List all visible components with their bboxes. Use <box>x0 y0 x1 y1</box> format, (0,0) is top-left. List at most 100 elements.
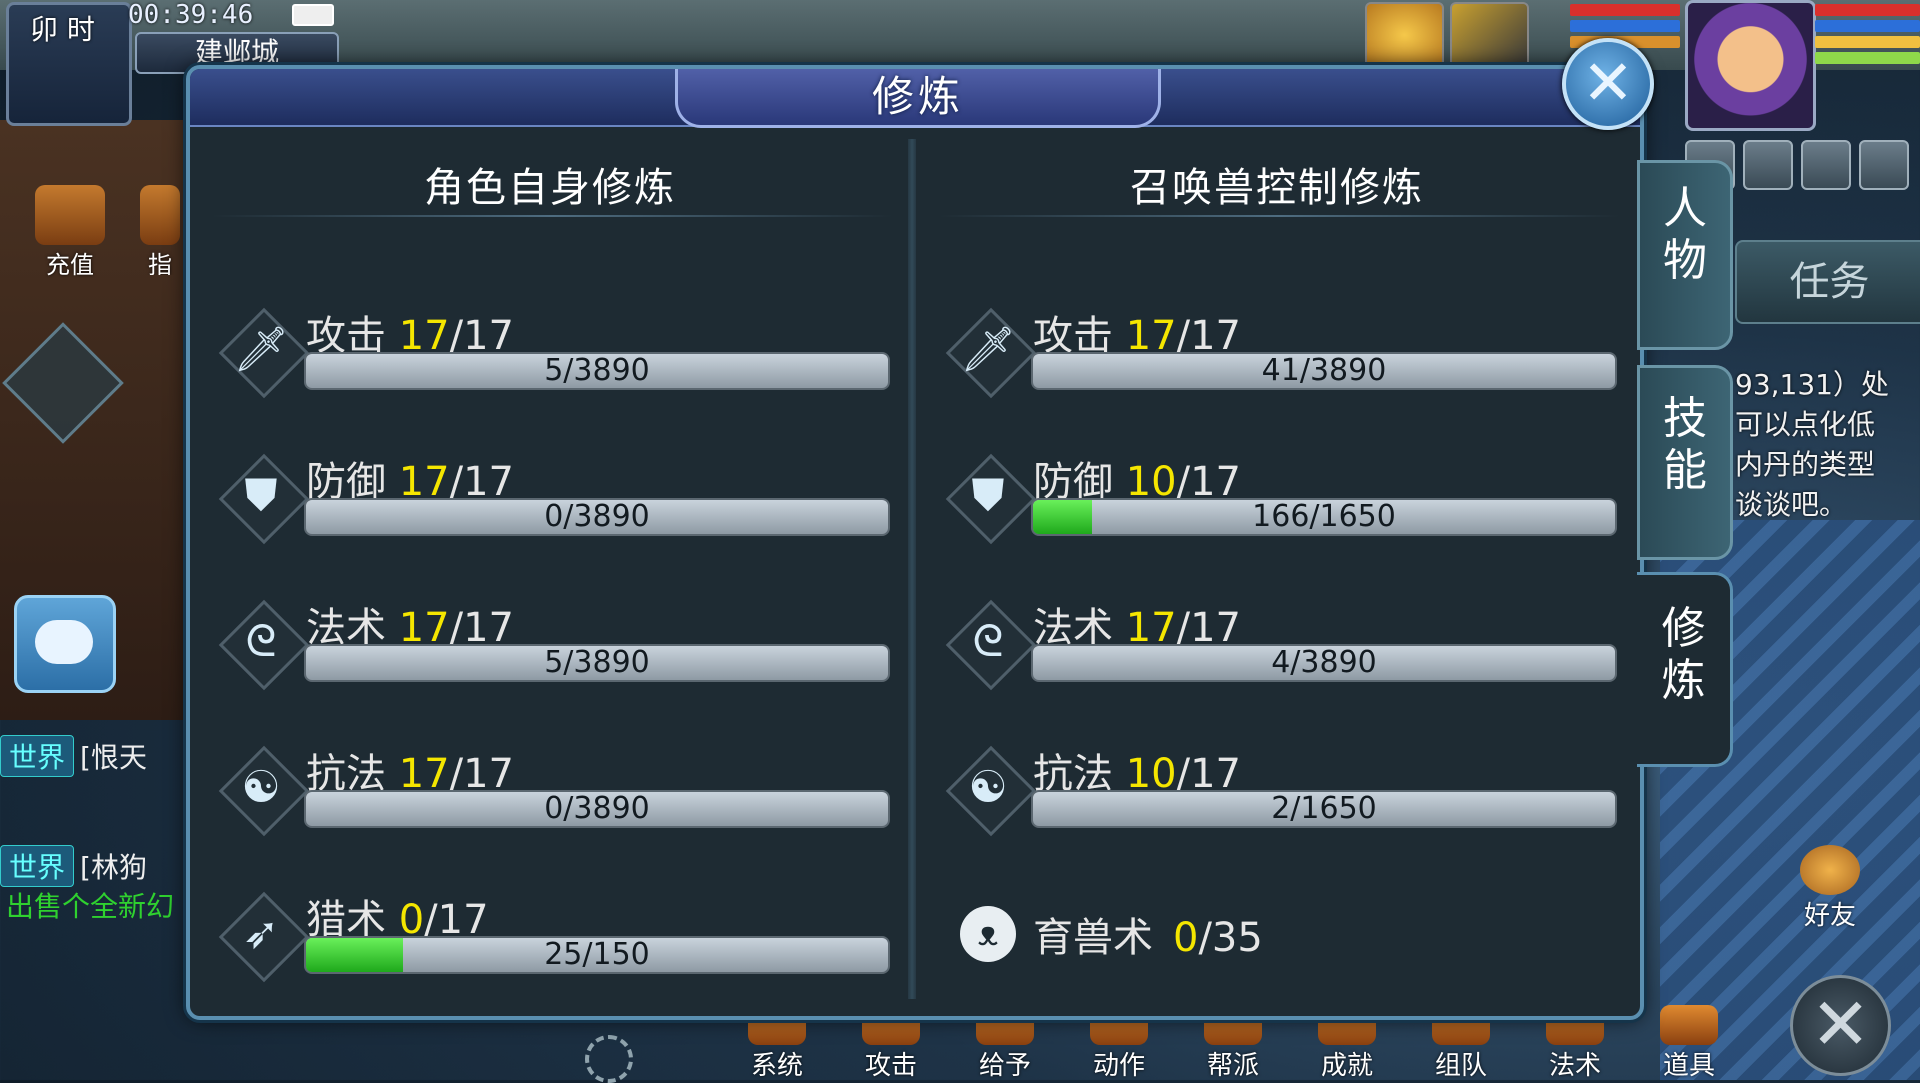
staff-icon: ᘓ <box>218 599 310 691</box>
tab-label: 人物 <box>1663 183 1707 286</box>
progress-text: 2/1650 <box>1271 791 1377 826</box>
tab-cultivation[interactable]: 修炼 <box>1637 572 1733 767</box>
panda-icon: ᴥ <box>953 899 1023 969</box>
icon-glyph: ➶ <box>242 908 280 959</box>
cultivation-name: 育兽术 0/35 <box>1033 905 1263 963</box>
menu-label: 给予 <box>978 1051 1031 1081</box>
icon-glyph: ☯ <box>968 762 1008 813</box>
cultivation-row[interactable]: ➶ 猎术 0/17 25/150 <box>190 877 910 987</box>
chat-text: [林狗 <box>80 851 147 884</box>
cultivation-row[interactable]: 🗡 攻击 17/17 5/3890 <box>190 293 910 403</box>
icon-glyph: 🗡 <box>233 324 289 375</box>
icon-glyph: ᘓ <box>972 616 1004 667</box>
buff-slot[interactable] <box>1859 140 1909 190</box>
yinyang-icon: ☯ <box>945 745 1037 837</box>
task-tab[interactable]: 任务 <box>1735 240 1920 324</box>
progress-text: 0/3890 <box>544 791 650 826</box>
guide-label: 指 <box>148 251 172 275</box>
tab-label: 技能 <box>1663 393 1707 496</box>
progress-bar: 4/3890 <box>1031 644 1617 682</box>
icon-glyph: ⛊ <box>971 470 1005 521</box>
buff-slot[interactable] <box>1801 140 1851 190</box>
hp-bar <box>1570 4 1680 16</box>
progress-text: 166/1650 <box>1252 499 1396 534</box>
progress-text: 41/3890 <box>1261 353 1387 388</box>
progress-text: 5/3890 <box>544 645 650 680</box>
chat-line: 世界 [恨天 <box>0 735 190 777</box>
friends-button[interactable]: 好友 <box>1790 845 1870 932</box>
icon-glyph: ᘓ <box>245 616 277 667</box>
task-line: 内丹的类型 <box>1735 448 1876 481</box>
anger-bar <box>1815 36 1920 48</box>
icon-glyph: 🗡 <box>960 324 1016 375</box>
menu-label: 系统 <box>750 1051 803 1081</box>
chat-log[interactable]: 世界 [恨天 世界 [林狗 出售个全新幻 <box>0 735 190 955</box>
player-avatar[interactable] <box>1685 0 1816 131</box>
channel-tag[interactable]: 世界 <box>0 845 75 887</box>
yinyang-icon: ☯ <box>218 745 310 837</box>
recharge-label: 充值 <box>46 251 94 279</box>
pet-cultivation-title: 召唤兽控制修炼 <box>1130 165 1424 211</box>
gear-icon[interactable] <box>585 1035 633 1083</box>
menu-label: 帮派 <box>1206 1051 1259 1081</box>
shield-icon: ⛊ <box>945 453 1037 545</box>
recharge-button[interactable]: 充值 <box>20 185 120 279</box>
scroll-icon <box>140 185 180 245</box>
pet-avatar-icon[interactable] <box>1365 2 1444 68</box>
close-icon[interactable]: ✕ <box>1790 975 1891 1076</box>
speech-bubble-icon <box>35 620 93 664</box>
guide-button[interactable]: 指 <box>130 185 190 275</box>
battery-icon <box>292 4 334 26</box>
progress-bar: 0/3890 <box>304 790 890 828</box>
treasure-chest-icon <box>35 185 105 245</box>
tab-skills[interactable]: 技能 <box>1637 365 1733 560</box>
skill-max-level: /35 <box>1198 915 1263 961</box>
task-line: 可以点化低 <box>1735 408 1876 441</box>
menu-items[interactable]: 道具 <box>1632 1005 1746 1081</box>
title-ornament <box>212 215 892 217</box>
progress-bar: 166/1650 <box>1031 498 1617 536</box>
shichen-label: 卯 时 <box>30 13 95 46</box>
task-description[interactable]: 93,131）处 可以点化低 内丹的类型 谈谈吧。 <box>1735 365 1920 525</box>
channel-tag[interactable]: 世界 <box>0 735 75 777</box>
cultivation-row[interactable]: ☯ 抗法 17/17 0/3890 <box>190 731 910 841</box>
cultivation-row[interactable]: ᴥ 育兽术 0/35 <box>917 877 1637 987</box>
cultivation-dialog: 修炼 角色自身修炼 🗡 攻击 17/17 5/3890 ⛊ 防御 17/17 0/3890… <box>186 65 1644 1020</box>
mount-avatar-icon[interactable] <box>1450 2 1529 68</box>
chat-button[interactable] <box>14 595 116 693</box>
cultivation-row[interactable]: ᘓ 法术 17/17 5/3890 <box>190 585 910 695</box>
progress-bar: 2/1650 <box>1031 790 1617 828</box>
close-icon[interactable]: ✕ <box>1562 38 1654 130</box>
title-ornament <box>939 215 1619 217</box>
buff-slot[interactable] <box>1743 140 1793 190</box>
cultivation-row[interactable]: ⛊ 防御 17/17 0/3890 <box>190 439 910 549</box>
sword-icon: 🗡 <box>945 307 1037 399</box>
dialog-title-plate: 修炼 <box>675 69 1161 128</box>
cultivation-row[interactable]: ☯ 抗法 10/17 2/1650 <box>917 731 1637 841</box>
cultivation-row[interactable]: 🗡 攻击 17/17 41/3890 <box>917 293 1637 403</box>
icon-glyph: ☯ <box>241 762 281 813</box>
progress-text: 0/3890 <box>544 499 650 534</box>
skill-level: 0 <box>1173 915 1199 961</box>
staff-icon: ᘓ <box>945 599 1037 691</box>
mp-bar <box>1570 20 1680 32</box>
dialog-title: 修炼 <box>871 72 964 121</box>
progress-bar: 41/3890 <box>1031 352 1617 390</box>
clock-time: 00:39:46 <box>128 0 254 30</box>
player-status-bars <box>1815 4 1920 68</box>
tab-character[interactable]: 人物 <box>1637 160 1733 350</box>
task-line: 93,131）处 <box>1735 368 1889 401</box>
chat-line: 世界 [林狗 出售个全新幻 <box>0 845 190 923</box>
cultivation-row[interactable]: ᘓ 法术 17/17 4/3890 <box>917 585 1637 695</box>
task-line: 谈谈吧。 <box>1735 488 1848 521</box>
progress-text: 4/3890 <box>1271 645 1377 680</box>
mp-bar <box>1815 20 1920 32</box>
bow-icon: ➶ <box>218 891 310 983</box>
cultivation-row[interactable]: ⛊ 防御 10/17 166/1650 <box>917 439 1637 549</box>
shield-icon: ⛊ <box>218 453 310 545</box>
icon-glyph: ⛊ <box>244 470 278 521</box>
icon-glyph: ᴥ <box>960 906 1016 962</box>
handshake-icon <box>1800 845 1860 895</box>
progress-bar: 5/3890 <box>304 644 890 682</box>
sword-icon: 🗡 <box>218 307 310 399</box>
